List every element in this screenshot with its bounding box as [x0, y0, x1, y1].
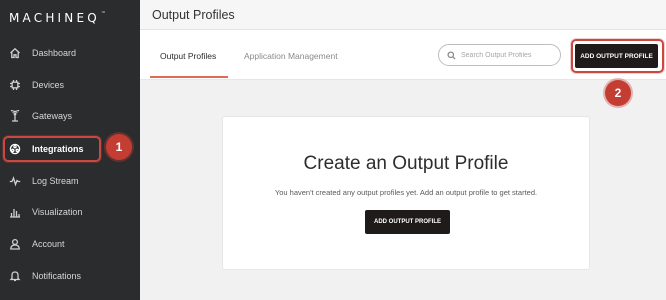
- add-button-highlight-box: [571, 39, 664, 73]
- pulse-icon: [9, 175, 21, 187]
- empty-state-description: You haven't created any output profiles …: [274, 188, 538, 197]
- chip-icon: [9, 79, 21, 91]
- home-icon: [9, 47, 21, 59]
- sidebar-item-label: Dashboard: [32, 48, 77, 58]
- search-input[interactable]: [461, 51, 556, 59]
- tab-application-management[interactable]: Application Management: [244, 51, 338, 61]
- sidebar-item-label: Visualization: [32, 207, 83, 217]
- empty-state-title: Create an Output Profile: [303, 153, 509, 174]
- sidebar-item-visualization[interactable]: Visualization: [0, 201, 140, 223]
- user-icon: [9, 238, 21, 250]
- trademark-symbol: ™: [100, 11, 106, 17]
- sidebar-item-label: Gateways: [32, 111, 73, 121]
- integrations-highlight-box: [3, 136, 101, 162]
- step-badge-1: 1: [106, 134, 132, 160]
- sidebar-item-notifications[interactable]: Notifications: [0, 265, 140, 287]
- page-title: Output Profiles: [152, 8, 235, 22]
- gateway-icon: [9, 110, 21, 122]
- search-box[interactable]: [438, 44, 561, 66]
- sidebar-item-label: Log Stream: [32, 176, 79, 186]
- step-badge-2: 2: [605, 80, 631, 106]
- tab-output-profiles[interactable]: Output Profiles: [160, 51, 216, 61]
- sidebar-item-label: Devices: [32, 80, 65, 90]
- active-tab-underline: [150, 76, 228, 78]
- sidebar-item-dashboard[interactable]: Dashboard: [0, 42, 140, 64]
- logo-text: MACHINEQ: [9, 11, 100, 25]
- sidebar-item-account[interactable]: Account: [0, 233, 140, 255]
- top-bar: Output Profiles: [140, 0, 666, 30]
- empty-state-add-button[interactable]: ADD OUTPUT PROFILE: [365, 210, 450, 234]
- machineq-logo[interactable]: MACHINEQ™: [9, 11, 106, 25]
- bar-chart-icon: [9, 206, 21, 218]
- empty-state-card: Create an Output Profile You haven't cre…: [222, 116, 590, 270]
- search-icon: [447, 50, 456, 60]
- sidebar-item-label: Account: [32, 239, 65, 249]
- bell-icon: [9, 270, 21, 282]
- sidebar-item-log-stream[interactable]: Log Stream: [0, 170, 140, 192]
- sidebar-item-label: Notifications: [32, 271, 82, 281]
- sidebar-item-gateways[interactable]: Gateways: [0, 105, 140, 127]
- sidebar-item-devices[interactable]: Devices: [0, 74, 140, 96]
